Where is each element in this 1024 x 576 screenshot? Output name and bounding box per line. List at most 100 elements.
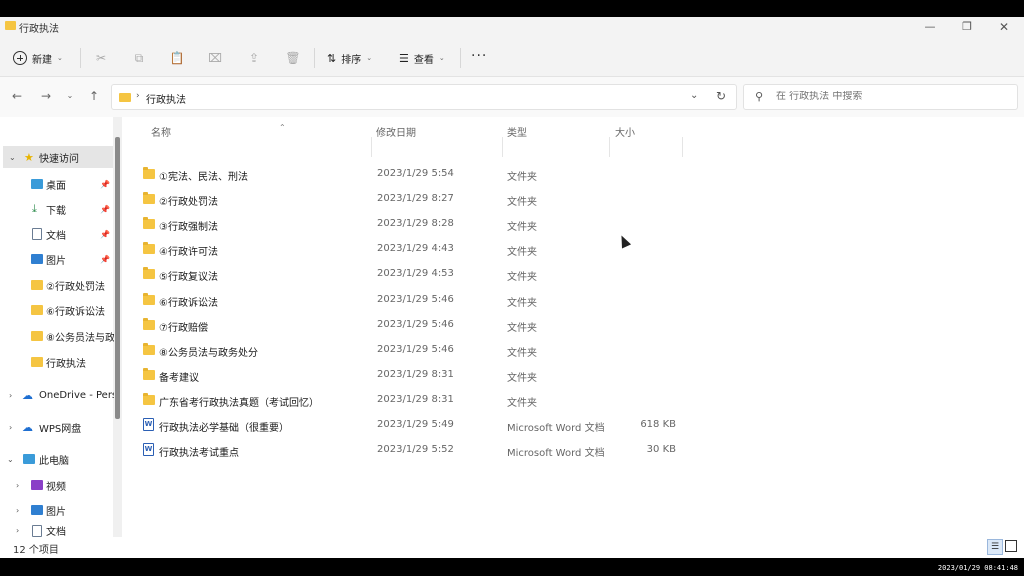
chevron-right-icon[interactable]: › bbox=[16, 481, 19, 490]
view-button[interactable]: ☰ 查看 ⌄ bbox=[399, 48, 445, 68]
breadcrumb-current[interactable]: 行政执法 bbox=[146, 91, 186, 106]
forward-arrow-icon[interactable]: → bbox=[38, 89, 54, 103]
folder-icon bbox=[31, 357, 43, 367]
chevron-down-icon[interactable]: ⌄ bbox=[9, 153, 16, 162]
sidebar-item-videos[interactable]: › 视频 bbox=[0, 474, 114, 496]
sidebar-item-this-pc[interactable]: ⌄ 此电脑 bbox=[0, 448, 114, 470]
address-bar[interactable]: › 行政执法 ⌄ ↻ bbox=[111, 84, 737, 110]
file-date: 2023/1/29 4:43 bbox=[377, 243, 454, 255]
close-button[interactable]: ✕ bbox=[992, 20, 1016, 36]
folder-icon bbox=[143, 192, 155, 205]
details-view-icon[interactable]: ☰ bbox=[987, 539, 1003, 555]
file-list: ⌃ 名称 修改日期 类型 大小 ①宪法、民法、刑法 2023/1/29 5:54 文… bbox=[128, 117, 1024, 537]
file-name: 广东省考行政执法真题（考试回忆） bbox=[159, 397, 319, 409]
refresh-icon[interactable]: ↻ bbox=[716, 89, 726, 103]
copy-icon[interactable]: ⧉ bbox=[131, 50, 147, 66]
file-row[interactable]: ②行政处罚法 2023/1/29 8:27 文件夹 bbox=[140, 189, 700, 211]
restore-button[interactable]: ❐ bbox=[955, 20, 979, 36]
search-box[interactable]: ⚲ bbox=[743, 84, 1018, 110]
chevron-down-icon: ⌄ bbox=[366, 54, 373, 62]
sidebar-item-label: 文档 bbox=[46, 230, 66, 242]
file-row[interactable]: 备考建议 2023/1/29 8:31 文件夹 bbox=[140, 365, 700, 387]
sidebar-item-documents[interactable]: › 文档 bbox=[0, 524, 114, 537]
file-row[interactable]: ③行政强制法 2023/1/29 8:28 文件夹 bbox=[140, 214, 700, 236]
folder-icon bbox=[143, 392, 155, 405]
column-header-label: 类型 bbox=[507, 128, 527, 139]
column-divider[interactable] bbox=[609, 137, 610, 157]
column-divider[interactable] bbox=[371, 137, 372, 157]
recent-locations-chevron-icon[interactable]: ⌄ bbox=[62, 91, 78, 100]
sidebar-scrollbar-thumb[interactable] bbox=[115, 137, 120, 419]
file-type: 文件夹 bbox=[507, 397, 537, 409]
computer-icon bbox=[23, 454, 35, 464]
file-row[interactable]: ①宪法、民法、刑法 2023/1/29 5:54 文件夹 bbox=[140, 164, 700, 186]
more-options-button[interactable]: ··· bbox=[471, 49, 487, 63]
star-icon: ★ bbox=[24, 150, 34, 164]
status-bar: 12 个项目 ☰ bbox=[0, 537, 1024, 558]
desktop-icon bbox=[31, 179, 43, 189]
paste-icon[interactable]: 📋 bbox=[169, 50, 185, 66]
file-row[interactable]: W 行政执法必学基础（很重要） 2023/1/29 5:49 Microsoft Wo… bbox=[140, 415, 700, 437]
file-date: 2023/1/29 5:46 bbox=[377, 343, 454, 355]
sort-ascending-icon: ⌃ bbox=[279, 123, 286, 132]
download-icon: ⤓ bbox=[32, 202, 37, 215]
cut-icon[interactable]: ✂ bbox=[93, 50, 109, 66]
sidebar-item-folder[interactable]: 行政执法 bbox=[0, 351, 114, 373]
file-row[interactable]: ⑧公务员法与政务处分 2023/1/29 5:46 文件夹 bbox=[140, 340, 700, 362]
breadcrumb-chevron-icon[interactable]: › bbox=[136, 91, 140, 101]
chevron-right-icon[interactable]: › bbox=[9, 423, 12, 432]
file-row[interactable]: ⑤行政复议法 2023/1/29 4:53 文件夹 bbox=[140, 264, 700, 286]
file-row[interactable]: 广东省考行政执法真题（考试回忆） 2023/1/29 8:31 文件夹 bbox=[140, 390, 700, 412]
column-header-name[interactable]: ⌃ 名称 bbox=[151, 123, 371, 144]
view-button-label: 查看 bbox=[413, 54, 434, 66]
folder-icon bbox=[119, 93, 131, 102]
file-row[interactable]: ⑥行政诉讼法 2023/1/29 5:46 文件夹 bbox=[140, 290, 700, 312]
navigation-bar: ← → ⌄ ↑ › 行政执法 ⌄ ↻ ⚲ bbox=[0, 77, 1024, 117]
chevron-right-icon[interactable]: › bbox=[16, 506, 19, 515]
search-input[interactable] bbox=[776, 91, 1006, 102]
file-row[interactable]: ④行政许可法 2023/1/29 4:43 文件夹 bbox=[140, 239, 700, 261]
file-name: ③行政强制法 bbox=[159, 222, 218, 234]
sidebar-item-desktop[interactable]: 桌面 📌 bbox=[0, 173, 114, 195]
sidebar-item-folder[interactable]: ②行政处罚法 bbox=[0, 274, 114, 296]
sidebar-item-label: 图片 bbox=[46, 506, 66, 518]
rename-icon[interactable]: ⌧ bbox=[207, 50, 223, 66]
sidebar-item-documents[interactable]: 文档 📌 bbox=[0, 223, 114, 245]
sidebar-item-wps[interactable]: › ☁ WPS网盘 bbox=[0, 416, 114, 438]
column-header-date[interactable]: 修改日期 bbox=[376, 124, 496, 144]
sidebar-item-pictures[interactable]: 图片 📌 bbox=[0, 248, 114, 270]
column-header-type[interactable]: 类型 bbox=[507, 124, 607, 144]
sort-button[interactable]: ⇅ 排序 ⌄ bbox=[327, 48, 372, 68]
file-date: 2023/1/29 8:28 bbox=[377, 218, 454, 230]
column-divider[interactable] bbox=[682, 137, 683, 157]
new-button[interactable]: 新建 ⌄ bbox=[13, 48, 63, 68]
file-type: Microsoft Word 文档 bbox=[507, 423, 605, 434]
sidebar-item-onedrive[interactable]: › ☁ OneDrive - Pers bbox=[0, 384, 114, 406]
file-explorer-window: 行政执法 — ❐ ✕ 新建 ⌄ ✂ ⧉ 📋 ⌧ ⇪ 🗑 ⇅ 排序 ⌄ ☰ 查看 … bbox=[0, 17, 1024, 558]
sidebar-item-folder[interactable]: ⑧公务员法与政 bbox=[0, 325, 114, 347]
sidebar-item-pictures[interactable]: › 图片 bbox=[0, 499, 114, 521]
sidebar-item-downloads[interactable]: ⤓ 下载 📌 bbox=[0, 198, 114, 220]
file-type: 文件夹 bbox=[507, 172, 537, 183]
address-dropdown-icon[interactable]: ⌄ bbox=[690, 90, 698, 101]
column-divider[interactable] bbox=[502, 137, 503, 157]
delete-icon[interactable]: 🗑 bbox=[285, 50, 301, 66]
minimize-button[interactable]: — bbox=[918, 20, 942, 36]
file-date: 2023/1/29 5:52 bbox=[377, 444, 454, 456]
title-bar: 行政执法 — ❐ ✕ bbox=[0, 17, 1024, 39]
file-row[interactable]: W 行政执法考试重点 2023/1/29 5:52 Microsoft Word 文档… bbox=[140, 440, 700, 462]
column-header-size[interactable]: 大小 bbox=[615, 124, 675, 144]
chevron-right-icon[interactable]: › bbox=[16, 526, 19, 535]
tiles-view-icon[interactable] bbox=[1005, 540, 1017, 552]
file-name: 备考建议 bbox=[159, 372, 199, 384]
chevron-right-icon[interactable]: › bbox=[9, 391, 12, 400]
toolbar-divider bbox=[314, 48, 315, 68]
sidebar-item-quick-access[interactable]: ⌄ ★ 快速访问 bbox=[3, 146, 113, 168]
folder-icon bbox=[143, 317, 155, 330]
chevron-down-icon[interactable]: ⌄ bbox=[7, 455, 14, 464]
file-row[interactable]: ⑦行政赔偿 2023/1/29 5:46 文件夹 bbox=[140, 315, 700, 337]
share-icon[interactable]: ⇪ bbox=[246, 50, 262, 66]
sidebar-item-folder[interactable]: ⑥行政诉讼法 bbox=[0, 299, 114, 321]
back-arrow-icon[interactable]: ← bbox=[9, 89, 25, 103]
up-arrow-icon[interactable]: ↑ bbox=[86, 89, 102, 103]
